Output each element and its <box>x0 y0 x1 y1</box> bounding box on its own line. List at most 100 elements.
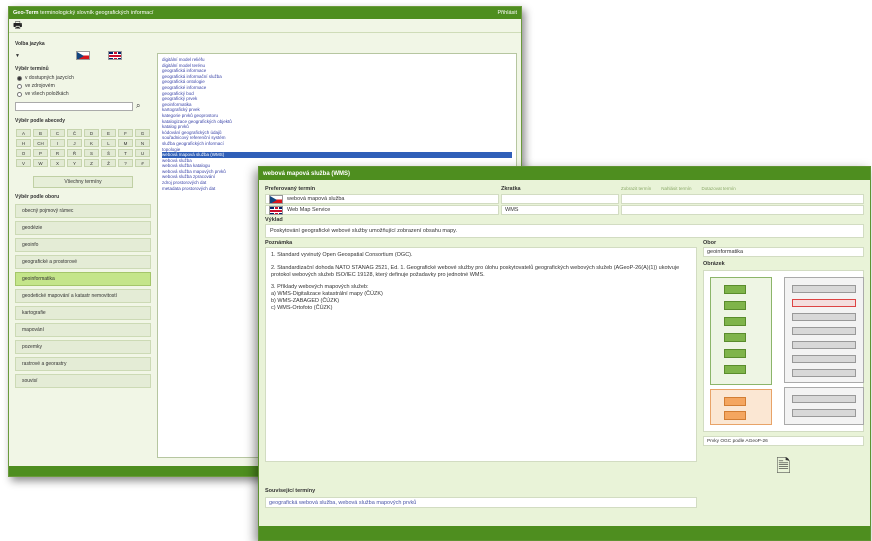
summary-label: Výklad <box>265 217 283 223</box>
term-en: Web Map Service <box>287 207 331 213</box>
alphabet-letter-button[interactable]: # <box>135 159 150 167</box>
alphabet-letter-button[interactable]: G <box>135 129 150 137</box>
field-label: Obor <box>703 240 717 246</box>
alphabet-letter-button[interactable]: ? <box>118 159 133 167</box>
query-term-link[interactable]: Dotazovat termín <box>702 186 736 191</box>
uk-flag-icon <box>269 205 283 215</box>
report-term-link[interactable]: Nahlásit termín <box>661 186 691 191</box>
show-term-link[interactable]: Zobrazit termín <box>621 186 651 191</box>
uk-flag-icon[interactable] <box>107 51 122 60</box>
category-list: obecný pojmový rámec geodézie geoinfo geogr… <box>13 204 153 388</box>
alphabet-letter-button[interactable]: CH <box>33 139 48 147</box>
diagram-node <box>792 313 856 321</box>
category-item[interactable]: geoinformatika <box>15 272 151 286</box>
alphabet-letter-button[interactable]: J <box>67 139 82 147</box>
radio-dot <box>17 75 22 81</box>
category-item[interactable]: geodézie <box>15 221 151 235</box>
diagram-node <box>792 369 856 377</box>
category-item[interactable]: obecný pojmový rámec <box>15 204 151 218</box>
definition-section: Poznámka 1. Standard vyvinutý Open Geosp… <box>265 238 697 484</box>
alphabet-letter-button[interactable]: N <box>135 139 150 147</box>
term-cell: Web Map Service <box>265 205 499 215</box>
alphabet-letter-button[interactable]: Ž <box>101 159 116 167</box>
definition-label: Poznámka <box>265 240 293 246</box>
language-selector: ▼ <box>13 49 153 62</box>
alphabet-letter-button[interactable]: Š <box>101 149 116 157</box>
scope-radio-available[interactable]: v dostupných jazycích <box>13 74 153 82</box>
alphabet-letter-button[interactable]: Ř <box>67 149 82 157</box>
diagram-node <box>724 397 746 406</box>
all-terms-button[interactable]: Všechny termíny <box>33 176 133 188</box>
category-item[interactable]: pozemky <box>15 340 151 354</box>
czech-flag-icon <box>269 194 283 204</box>
alphabet-letter-button[interactable]: D <box>84 129 99 137</box>
diagram-node <box>792 341 856 349</box>
alphabet-letter-button[interactable]: X <box>50 159 65 167</box>
alphabet-letter-button[interactable]: O <box>16 149 31 157</box>
radio-dot <box>17 91 22 97</box>
alphabet-letter-button[interactable]: K <box>84 139 99 147</box>
extra-cell <box>621 205 864 215</box>
alphabet-letter-button[interactable]: H <box>16 139 31 147</box>
detail-footer-bar <box>259 526 870 540</box>
alphabet-letter-button[interactable]: R <box>50 149 65 157</box>
category-item[interactable]: geoinfo <box>15 238 151 252</box>
language-section-label: Volba jazyka <box>15 41 45 47</box>
category-item[interactable]: rastrové a georastry <box>15 357 151 371</box>
alphabet-letter-button[interactable]: Č <box>67 129 82 137</box>
detail-titlebar: webová mapová služba (WMS) <box>259 167 870 180</box>
alphabet-letter-button[interactable]: T <box>118 149 133 157</box>
definition-paragraph: 2. Standardizační dohoda NATO STANAG 252… <box>271 264 680 278</box>
filter-panel: Volba jazyka ▼ Výběr termínů v dostupnýc… <box>13 37 153 391</box>
category-item[interactable]: mapování <box>15 323 151 337</box>
alphabet-letter-button[interactable]: F <box>118 129 133 137</box>
radio-dot <box>17 83 22 89</box>
image-source: Prvky OGC podle AGeoP-26 <box>703 436 864 446</box>
alphabet-letter-button[interactable]: A <box>16 129 31 137</box>
diagram-node <box>792 395 856 403</box>
alphabet-label: Výběr podle abecedy <box>15 118 66 124</box>
diagram-node <box>724 333 746 342</box>
diagram-node <box>792 355 856 363</box>
alphabet-letter-button[interactable]: I <box>50 139 65 147</box>
document-print-icon[interactable]: 🗎 <box>703 454 864 484</box>
ogc-diagram-image[interactable] <box>703 270 864 432</box>
related-terms[interactable]: geografická webová služba, webová služba… <box>265 497 697 508</box>
login-link[interactable]: Přihlásit <box>497 10 517 16</box>
alphabet-letter-button[interactable]: Y <box>67 159 82 167</box>
term-header-row: Preferovaný termín Zkratka Zobrazit term… <box>259 184 870 193</box>
diagram-node <box>792 327 856 335</box>
alphabet-letter-button[interactable]: Z <box>84 159 99 167</box>
scope-radio-all[interactable]: ve všech položkách <box>13 90 153 98</box>
alphabet-letter-button[interactable]: E <box>101 129 116 137</box>
search-icon[interactable]: ⌕ <box>136 101 140 111</box>
definition-paragraph: 3. Příklady webových mapových služeb: a)… <box>271 284 383 311</box>
alphabet-letter-button[interactable]: M <box>118 139 133 147</box>
category-item[interactable]: kartografie <box>15 306 151 320</box>
alphabet-letter-button[interactable]: V <box>16 159 31 167</box>
category-label: Výběr podle oboru <box>15 194 60 200</box>
search-row: ⌕ <box>13 98 153 114</box>
diagram-node <box>792 409 856 417</box>
summary-text: Poskytování geografické webové služby um… <box>265 224 864 238</box>
alphabet-letter-button[interactable]: W <box>33 159 48 167</box>
alphabet-letter-button[interactable]: L <box>101 139 116 147</box>
term-row-cs: webová mapová služba <box>259 193 870 204</box>
print-icon[interactable]: 🖶 <box>13 20 22 31</box>
alphabet-letter-button[interactable]: S <box>84 149 99 157</box>
alphabet-letter-button[interactable]: U <box>135 149 150 157</box>
diagram-node <box>724 285 746 294</box>
diagram-node <box>792 285 856 293</box>
czech-flag-icon[interactable] <box>75 51 90 60</box>
scope-radio-source[interactable]: ve zdrojovém <box>13 82 153 90</box>
alphabet-letter-button[interactable]: B <box>33 129 48 137</box>
category-item[interactable]: geografické a prostorové <box>15 255 151 269</box>
category-item[interactable]: souvisí <box>15 374 151 388</box>
detail-title: webová mapová služba (WMS) <box>263 170 351 177</box>
search-input[interactable] <box>15 101 133 111</box>
language-dropdown-arrow-icon[interactable]: ▼ <box>15 53 20 59</box>
category-item[interactable]: geodetické mapování a katastr nemovitost… <box>15 289 151 303</box>
alphabet-letter-button[interactable]: C <box>50 129 65 137</box>
scope-radio-label: v dostupných jazycích <box>25 75 74 81</box>
alphabet-letter-button[interactable]: P <box>33 149 48 157</box>
